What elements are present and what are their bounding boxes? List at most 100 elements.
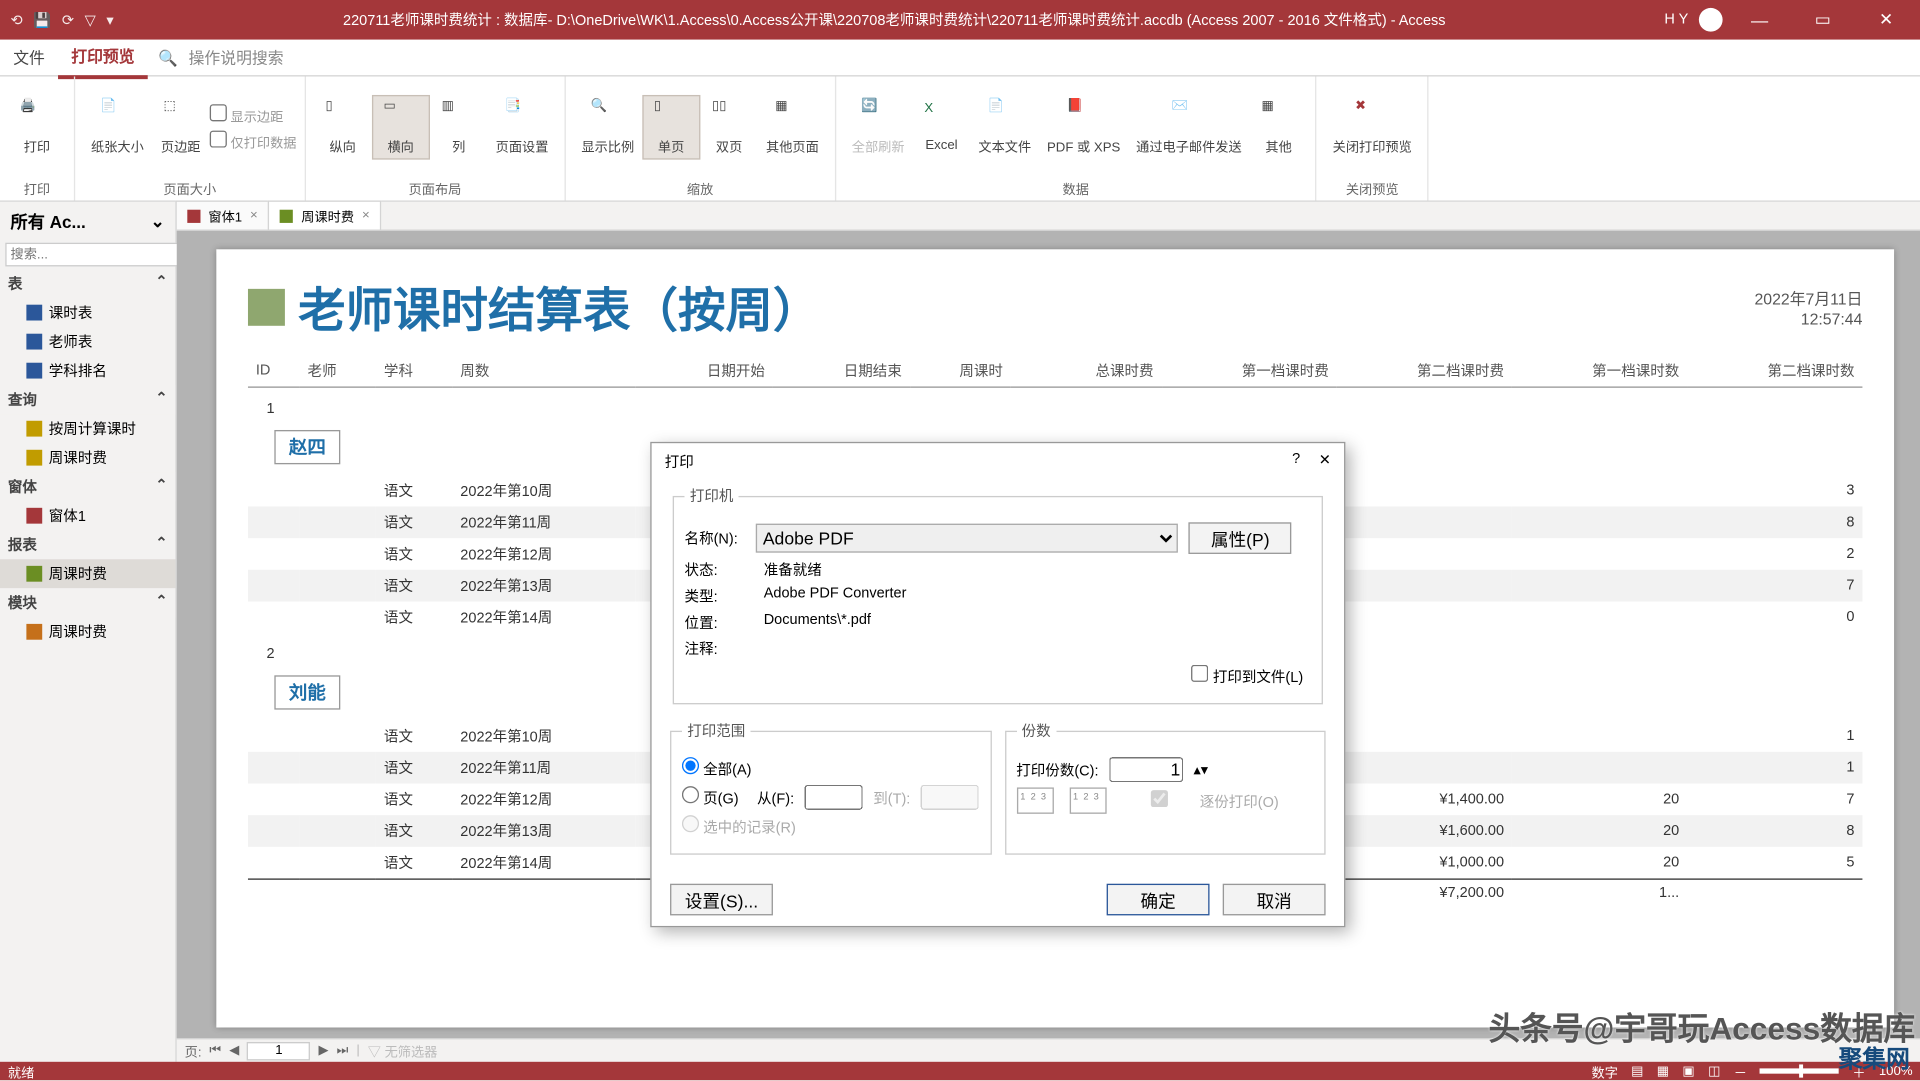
tab-close-icon[interactable]: × — [362, 208, 370, 223]
view-layout-icon[interactable]: ▣ — [1682, 1064, 1694, 1079]
nav-cat-queries[interactable]: 查询⌃ — [0, 385, 175, 414]
printer-type-label: 类型: — [685, 586, 764, 607]
col-header: 老师 — [300, 355, 376, 387]
zoom-button[interactable]: 🔍显示比例 — [573, 96, 642, 158]
tab-file[interactable]: 文件 — [0, 38, 58, 76]
refresh-button[interactable]: 🔄全部刷新 — [844, 96, 913, 158]
portrait-button[interactable]: ▯纵向 — [314, 96, 372, 158]
pager-input[interactable] — [247, 1041, 310, 1059]
report-title: 老师课时结算表（按周） — [298, 273, 820, 342]
printer-select[interactable]: Adobe PDF — [756, 524, 1178, 553]
nav-form-item[interactable]: 窗体1 — [0, 501, 175, 530]
pager-next-button[interactable]: ▶ — [319, 1043, 329, 1058]
more-icon: ▦ — [1261, 99, 1295, 133]
doc-tab-report[interactable]: 周课时费× — [268, 200, 381, 229]
nav-table-item[interactable]: 课时表 — [0, 298, 175, 327]
cancel-button[interactable]: 取消 — [1223, 884, 1326, 916]
pagesetup-button[interactable]: 📑页面设置 — [488, 96, 557, 158]
view-report-icon[interactable]: ▤ — [1631, 1064, 1643, 1079]
report-icon — [248, 289, 285, 326]
excel-button[interactable]: XExcel — [912, 99, 970, 156]
printer-properties-button[interactable]: 属性(P) — [1189, 522, 1292, 554]
tell-me-input[interactable]: 操作说明搜索 — [189, 46, 284, 68]
group-layout-label: 页面布局 — [306, 178, 565, 200]
range-pages-radio[interactable]: 页(G) — [682, 786, 739, 808]
ribbon: 🖨️打印打印 📄纸张大小 ⬚页边距 显示边距 仅打印数据 页面大小 ▯纵向 ▭横… — [0, 77, 1920, 202]
group-pagesize-label: 页面大小 — [75, 178, 304, 200]
printer-icon: 🖨️ — [20, 99, 54, 133]
col-header: 第二档课时费 — [1337, 355, 1512, 387]
col-header: 周课时 — [910, 355, 1011, 387]
pager-first-button[interactable]: ⏮ — [209, 1043, 221, 1058]
tab-print-preview[interactable]: 打印预览 — [58, 36, 148, 78]
tell-me-icon[interactable]: 🔍 — [148, 48, 189, 66]
close-preview-button[interactable]: ✖关闭打印预览 — [1325, 96, 1420, 158]
nav-table-item[interactable]: 学科排名 — [0, 356, 175, 385]
pager-prev-button[interactable]: ◀ — [229, 1043, 239, 1058]
qat-save-icon[interactable]: 💾 — [33, 11, 51, 28]
copies-input[interactable] — [1109, 757, 1183, 782]
nav-query-item[interactable]: 按周计算课时 — [0, 414, 175, 443]
pager-last-button[interactable]: ⏭ — [337, 1043, 349, 1058]
tab-close-icon[interactable]: × — [250, 208, 258, 223]
range-all-radio[interactable]: 全部(A) — [682, 757, 752, 779]
chevron-down-icon[interactable]: ⌄ — [150, 210, 164, 231]
print-dialog: 打印 ? ✕ 打印机 名称(N): Adobe PDF 属性(P) 状态:准备就… — [650, 442, 1345, 927]
zoom-slider[interactable] — [1760, 1068, 1839, 1073]
nav-search-input[interactable] — [5, 243, 190, 267]
papersize-button[interactable]: 📄纸张大小 — [83, 96, 152, 158]
col-header: 总课时费 — [1011, 355, 1162, 387]
qat-redo-icon[interactable]: ⟳ — [62, 11, 74, 28]
nav-report-item[interactable]: 周课时费 — [0, 559, 175, 588]
nav-header[interactable]: 所有 Ac...⌄ — [0, 202, 175, 240]
email-button[interactable]: ✉️通过电子邮件发送 — [1128, 96, 1249, 158]
nav-table-item[interactable]: 老师表 — [0, 327, 175, 356]
landscape-button[interactable]: ▭横向 — [372, 95, 430, 160]
dialog-help-button[interactable]: ? — [1292, 451, 1300, 472]
pdfxps-button[interactable]: 📕PDF 或 XPS — [1039, 96, 1128, 158]
nav-cat-modules[interactable]: 模块⌃ — [0, 588, 175, 617]
dialog-title: 打印 — [665, 451, 694, 472]
printer-status-value: 准备就绪 — [764, 559, 1311, 580]
zoom-out-button[interactable]: － — [1734, 1061, 1747, 1081]
view-design-icon[interactable]: ◫ — [1708, 1064, 1720, 1079]
textfile-button[interactable]: 📄文本文件 — [970, 96, 1039, 158]
nav-module-item[interactable]: 周课时费 — [0, 617, 175, 646]
minimize-button[interactable]: — — [1733, 10, 1786, 30]
nav-cat-tables[interactable]: 表⌃ — [0, 269, 175, 298]
maximize-button[interactable]: ▭ — [1796, 9, 1849, 30]
columns-button[interactable]: ▥列 — [430, 96, 488, 158]
close-icon: ✖ — [1355, 99, 1389, 133]
print-to-file-check[interactable]: 打印到文件(L) — [1192, 665, 1303, 687]
range-legend: 打印范围 — [682, 720, 751, 741]
margins-button[interactable]: ⬚页边距 — [152, 96, 210, 158]
qat-back-icon[interactable]: ⟲ — [11, 11, 23, 28]
doc-tab-form1[interactable]: 窗体1× — [175, 200, 269, 229]
ok-button[interactable]: 确定 — [1107, 884, 1210, 916]
view-print-icon[interactable]: ▦ — [1657, 1064, 1669, 1079]
margins-icon: ⬚ — [164, 99, 198, 133]
onepage-button[interactable]: ▯单页 — [642, 95, 700, 160]
collate-check[interactable]: 逐份打印(O) — [1122, 789, 1279, 811]
morepages-button[interactable]: ▦其他页面 — [758, 96, 827, 158]
qat-customize-icon[interactable]: ▾ — [106, 11, 113, 28]
data-only-check[interactable]: 仅打印数据 — [210, 130, 297, 151]
print-button[interactable]: 🖨️打印 — [8, 96, 66, 158]
from-input[interactable] — [805, 785, 863, 810]
user-avatar[interactable] — [1699, 8, 1723, 32]
dialog-close-button[interactable]: ✕ — [1319, 451, 1331, 472]
qat-filter-icon[interactable]: ▽ — [85, 11, 96, 28]
nav-query-item[interactable]: 周课时费 — [0, 443, 175, 472]
filter-icon[interactable]: ▽ 无筛选器 — [368, 1041, 438, 1061]
nav-cat-reports[interactable]: 报表⌃ — [0, 530, 175, 559]
more-export-button[interactable]: ▦其他 — [1250, 96, 1308, 158]
to-input — [921, 785, 979, 810]
nav-cat-forms[interactable]: 窗体⌃ — [0, 472, 175, 501]
setup-button[interactable]: 设置(S)... — [670, 884, 773, 916]
range-selected-radio[interactable]: 选中的记录(R) — [682, 815, 796, 837]
show-border-check[interactable]: 显示边距 — [210, 104, 297, 125]
spinner-icon[interactable]: ▴▾ — [1193, 761, 1208, 778]
printer-type-value: Adobe PDF Converter — [764, 586, 1311, 607]
close-button[interactable]: ✕ — [1860, 9, 1913, 30]
twopage-button[interactable]: ▯▯双页 — [700, 96, 758, 158]
